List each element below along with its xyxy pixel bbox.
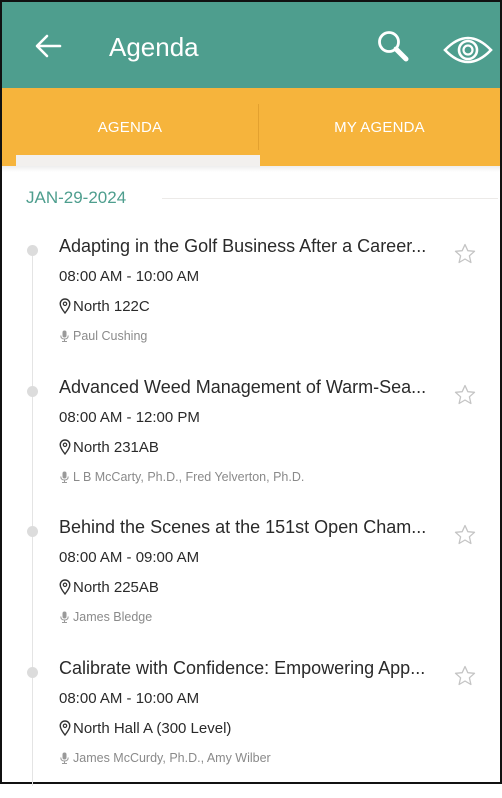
date-header: JAN-29-2024 (26, 188, 127, 207)
microphone-icon (60, 330, 69, 342)
session-title: Adapting in the Golf Business After a Ca… (59, 236, 427, 256)
location-pin-icon (59, 579, 71, 595)
star-icon[interactable] (453, 242, 477, 266)
page-title: Agenda (109, 32, 199, 62)
microphone-icon (60, 471, 69, 483)
session-time: 08:00 AM - 10:00 AM (59, 690, 200, 707)
search-icon (378, 31, 409, 62)
session-time: 08:00 AM - 09:00 AM (59, 549, 200, 566)
app-bar: Agenda (2, 2, 500, 88)
star-icon[interactable] (453, 664, 477, 688)
back-button[interactable] (32, 30, 64, 62)
tab-shadow (2, 166, 500, 172)
session-location: North 122C (73, 298, 150, 315)
location-pin-icon (59, 298, 71, 314)
tab-my-agenda[interactable]: MY AGENDA (259, 88, 500, 166)
search-button[interactable] (374, 28, 414, 68)
star-icon[interactable] (453, 523, 477, 547)
star-icon[interactable] (453, 383, 477, 407)
tab-selected-indicator (16, 155, 260, 166)
session-location: North 231AB (73, 439, 159, 456)
session-item[interactable]: Calibrate with Confidence: Empowering Ap… (2, 658, 500, 798)
session-speakers: Paul Cushing (73, 329, 148, 343)
session-title: Behind the Scenes at the 151st Open Cham… (59, 517, 427, 537)
session-item[interactable]: Advanced Weed Management of Warm-Sea... … (2, 377, 500, 517)
arrow-left-icon (35, 34, 62, 58)
timeline-dot (27, 245, 38, 256)
view-toggle-button[interactable] (442, 32, 494, 68)
date-divider (162, 198, 498, 199)
location-pin-icon (59, 720, 71, 736)
session-time: 08:00 AM - 12:00 PM (59, 409, 200, 426)
timeline-dot (27, 386, 38, 397)
timeline-dot (27, 667, 38, 678)
session-title: Calibrate with Confidence: Empowering Ap… (59, 658, 426, 678)
session-time: 08:00 AM - 10:00 AM (59, 268, 200, 285)
session-item[interactable]: Adapting in the Golf Business After a Ca… (2, 236, 500, 376)
eye-icon (443, 36, 493, 64)
session-speakers: James McCurdy, Ph.D., Amy Wilber (73, 751, 271, 765)
microphone-icon (60, 752, 69, 764)
session-speakers: L B McCarty, Ph.D., Fred Yelverton, Ph.D… (73, 470, 305, 484)
session-speakers: James Bledge (73, 610, 153, 624)
timeline-dot (27, 526, 38, 537)
microphone-icon (60, 611, 69, 623)
session-location: North 225AB (73, 579, 159, 596)
session-item[interactable]: Behind the Scenes at the 151st Open Cham… (2, 517, 500, 657)
session-location: North Hall A (300 Level) (73, 720, 232, 737)
location-pin-icon (59, 439, 71, 455)
session-title: Advanced Weed Management of Warm-Sea... (59, 377, 427, 397)
